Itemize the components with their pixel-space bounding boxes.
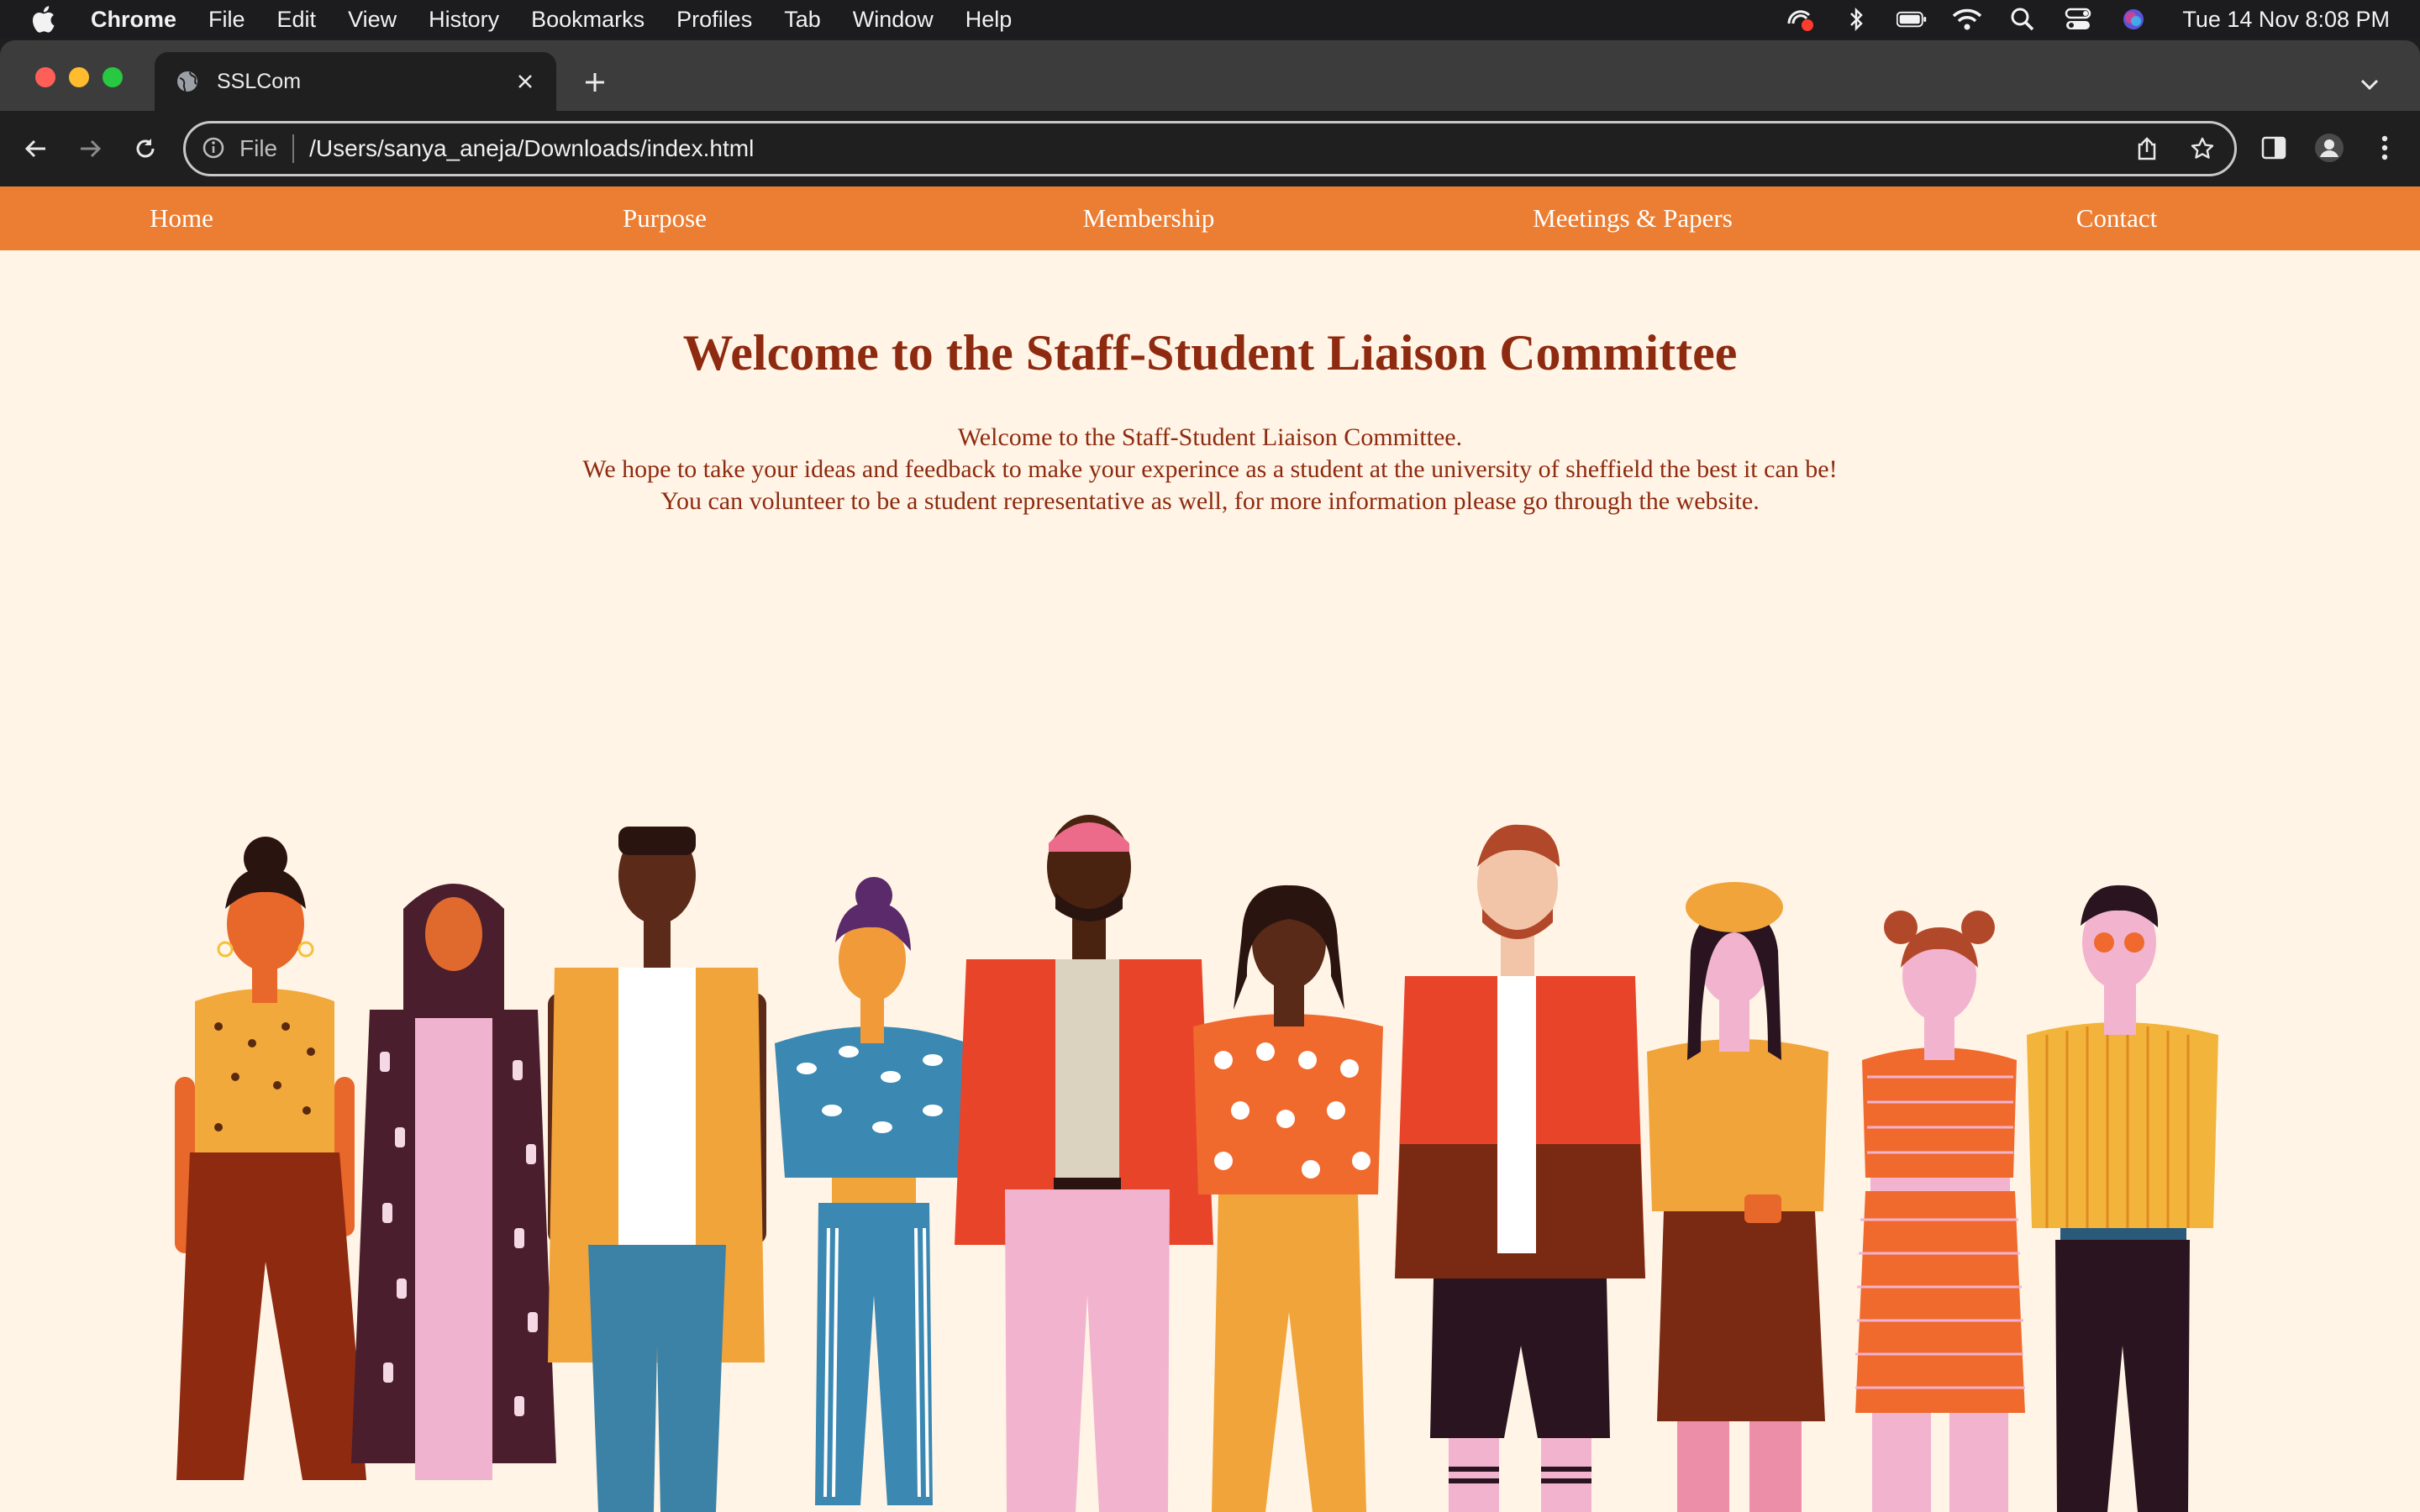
more-menu-icon[interactable] [2366, 129, 2403, 166]
person-figure [955, 815, 1213, 1512]
menu-edit[interactable]: Edit [277, 7, 317, 33]
menu-file[interactable]: File [208, 7, 245, 33]
menu-bar-clock[interactable]: Tue 14 Nov 8:08 PM [2182, 7, 2390, 33]
person-figure [1855, 911, 2025, 1512]
browser-window: SSLCom File /Users/sanya_aneja/Downloads… [0, 40, 2420, 1512]
forward-arrow-icon[interactable] [69, 128, 111, 170]
address-bar[interactable]: File /Users/sanya_aneja/Downloads/index.… [183, 121, 2237, 176]
control-center-icon[interactable] [2063, 7, 2093, 32]
person-figure [2027, 885, 2218, 1512]
siri-icon[interactable] [2118, 7, 2149, 32]
menu-profiles[interactable]: Profiles [676, 7, 752, 33]
person-figure [775, 877, 968, 1505]
tab-close-icon[interactable] [511, 67, 539, 96]
nav-link-meetings-papers[interactable]: Meetings & Papers [1533, 186, 1733, 250]
tab-search-chevron-down-icon[interactable] [2353, 67, 2386, 101]
window-minimize-button[interactable] [69, 67, 89, 87]
page-viewport: Home Purpose Membership Meetings & Paper… [0, 186, 2420, 1512]
new-tab-plus-icon[interactable] [578, 66, 612, 99]
wifi-icon[interactable] [1952, 7, 1982, 32]
apple-menu-icon[interactable] [30, 0, 64, 39]
macos-menu-bar: Chrome File Edit View History Bookmarks … [0, 0, 2420, 39]
spotlight-search-icon[interactable] [2007, 7, 2038, 32]
browser-toolbar: File /Users/sanya_aneja/Downloads/index.… [0, 111, 2420, 186]
window-close-button[interactable] [35, 67, 55, 87]
toolbar-actions [2255, 129, 2403, 166]
menu-app-name[interactable]: Chrome [91, 7, 176, 33]
screen-share-icon[interactable] [1786, 7, 1816, 32]
person-figure [548, 827, 766, 1512]
globe-icon [175, 69, 200, 94]
menu-bookmarks[interactable]: Bookmarks [531, 7, 644, 33]
status-area: Tue 14 Nov 8:08 PM [1786, 0, 2390, 39]
tab-title: SSLCom [217, 69, 302, 93]
diverse-people-illustration [175, 815, 2218, 1512]
battery-icon[interactable] [1897, 7, 1927, 32]
share-icon[interactable] [2132, 134, 2162, 164]
side-panel-icon[interactable] [2255, 129, 2292, 166]
profile-avatar-icon[interactable] [2311, 129, 2348, 166]
person-figure [1193, 885, 1383, 1512]
address-scheme-label: File [239, 135, 278, 161]
menu-history[interactable]: History [429, 7, 499, 33]
nav-link-membership[interactable]: Membership [1083, 186, 1215, 250]
address-divider [292, 134, 295, 163]
person-figure [1395, 824, 1645, 1512]
bookmark-star-icon[interactable] [2187, 134, 2217, 164]
page-heading: Welcome to the Staff-Student Liaison Com… [682, 325, 1738, 381]
menu-window[interactable]: Window [853, 7, 934, 33]
address-url[interactable]: /Users/sanya_aneja/Downloads/index.html [309, 135, 754, 162]
person-figure [351, 884, 556, 1480]
intro-line: We hope to take your ideas and feedback … [582, 455, 1838, 483]
person-figure [1647, 882, 1828, 1512]
nav-link-purpose[interactable]: Purpose [623, 186, 707, 250]
bluetooth-icon[interactable] [1841, 7, 1871, 32]
menu-help[interactable]: Help [965, 7, 1013, 33]
address-bar-actions [2132, 134, 2217, 164]
site-info-icon[interactable] [201, 135, 228, 162]
intro-line: You can volunteer to be a student repres… [660, 487, 1760, 515]
intro-text: Welcome to the Staff-Student Liaison Com… [0, 422, 2420, 517]
back-arrow-icon[interactable] [15, 128, 57, 170]
person-figure [175, 837, 366, 1480]
nav-link-contact[interactable]: Contact [2076, 186, 2157, 250]
tab-sslcom[interactable]: SSLCom [155, 52, 556, 111]
site-nav-bar: Home Purpose Membership Meetings & Paper… [0, 186, 2420, 250]
nav-link-home[interactable]: Home [150, 186, 213, 250]
reload-icon[interactable] [124, 128, 166, 170]
tab-strip: SSLCom [0, 40, 2420, 111]
intro-line: Welcome to the Staff-Student Liaison Com… [957, 423, 1463, 451]
menu-tab[interactable]: Tab [784, 7, 821, 33]
menu-view[interactable]: View [348, 7, 397, 33]
window-zoom-button[interactable] [103, 67, 123, 87]
